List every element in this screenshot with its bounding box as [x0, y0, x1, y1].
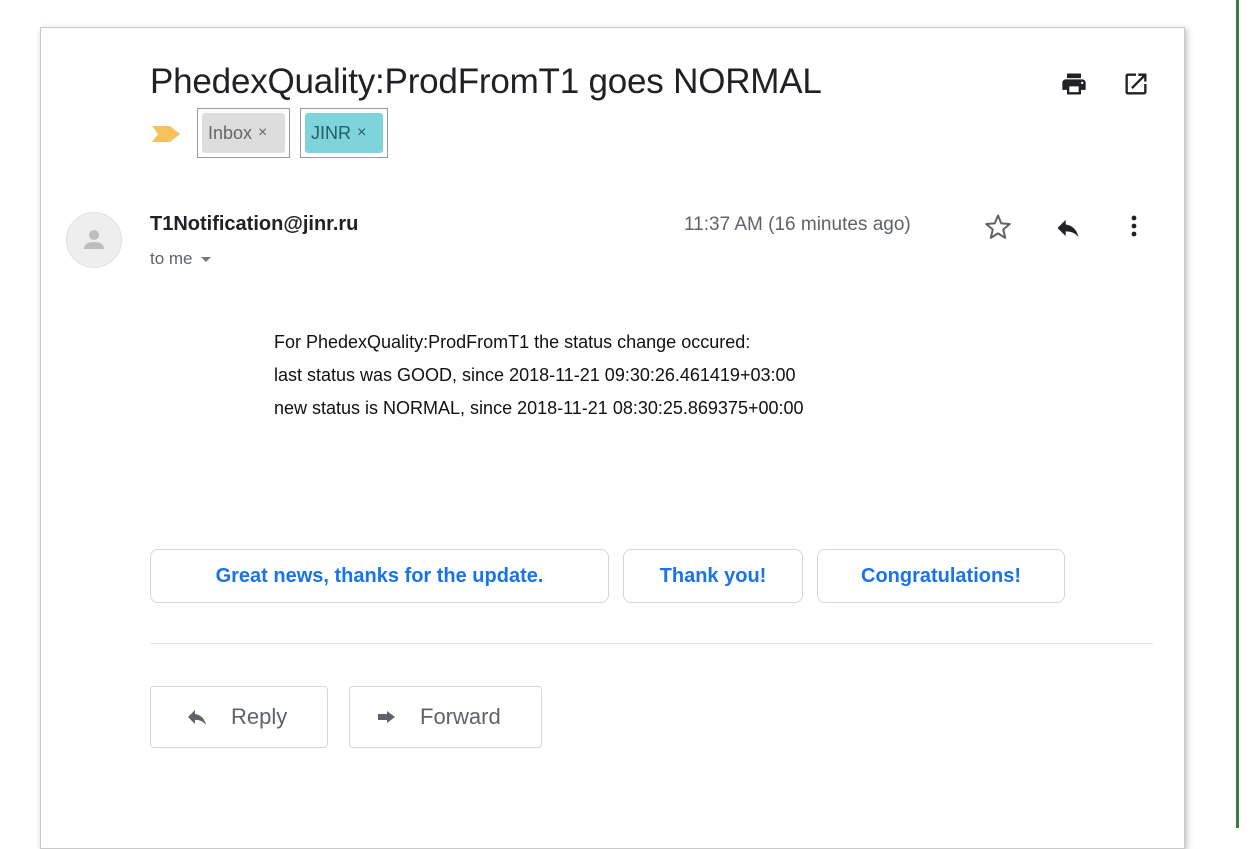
print-icon[interactable] [1060, 70, 1088, 98]
reply-icon [188, 710, 206, 725]
body-line: new status is NORMAL, since 2018-11-21 0… [274, 398, 804, 418]
reply-icon[interactable] [1052, 214, 1084, 242]
recipient-details-toggle[interactable]: to me [150, 249, 211, 269]
remove-label-icon[interactable]: × [258, 124, 267, 142]
label-name: Inbox [208, 122, 253, 143]
body-line: last status was GOOD, since 2018-11-21 0… [274, 365, 796, 385]
reply-button-label: Reply [231, 704, 288, 729]
forward-button-label: Forward [420, 704, 501, 729]
more-vert-icon[interactable] [1124, 210, 1144, 242]
email-subject: PhedexQuality:ProdFromT1 goes NORMAL [150, 62, 822, 101]
forward-icon [378, 711, 395, 723]
forward-button[interactable]: Forward [349, 686, 542, 748]
remove-label-icon[interactable]: × [357, 124, 366, 142]
label-chip-jinr: JINR × [300, 108, 388, 158]
email-body: For PhedexQuality:ProdFromT1 the status … [274, 326, 804, 425]
open-in-new-window-icon[interactable] [1122, 70, 1150, 98]
sender-avatar[interactable] [66, 212, 122, 268]
person-icon [84, 230, 104, 249]
label-name: JINR [311, 122, 351, 143]
chevron-down-icon [200, 257, 211, 263]
sender-address[interactable]: T1Notification@jinr.ru [150, 213, 358, 236]
star-icon[interactable] [983, 212, 1013, 242]
importance-marker-icon[interactable] [150, 124, 182, 144]
divider [150, 643, 1153, 644]
smart-reply-button[interactable]: Great news, thanks for the update. [150, 549, 609, 603]
window-edge [1236, 0, 1250, 828]
body-line: For PhedexQuality:ProdFromT1 the status … [274, 332, 751, 352]
smart-reply-button[interactable]: Thank you! [623, 549, 803, 603]
recipient-label: to me [150, 249, 193, 268]
email-timestamp: 11:37 AM (16 minutes ago) [684, 214, 911, 235]
reply-button[interactable]: Reply [150, 686, 328, 748]
label-chip-inbox: Inbox × [197, 108, 290, 158]
smart-reply-button[interactable]: Congratulations! [817, 549, 1065, 603]
